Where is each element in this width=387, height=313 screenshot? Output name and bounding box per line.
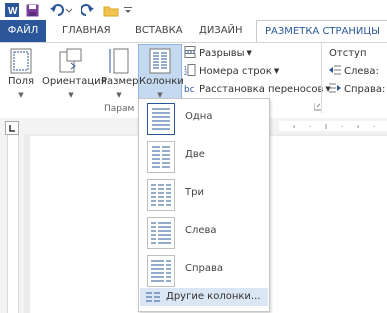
chevron-down-icon: ▼ — [18, 91, 24, 99]
open-folder-icon[interactable] — [102, 2, 120, 18]
qat-customize-icon[interactable] — [122, 2, 134, 18]
columns-button[interactable]: Колонки ▼ — [138, 44, 184, 104]
more-columns-button[interactable]: Другие колонки... — [140, 288, 268, 306]
breaks-icon — [184, 45, 196, 61]
size-icon — [109, 48, 129, 74]
indent-right-label: Справа: — [344, 83, 386, 95]
indent-right-icon — [329, 83, 341, 96]
orientation-icon — [59, 48, 82, 73]
columns-option-label: Справа — [185, 263, 224, 274]
quick-access-toolbar: W — [0, 0, 387, 20]
left-columns-icon — [147, 217, 175, 249]
columns-option-label: Одна — [185, 111, 213, 122]
word-logo-icon: W — [4, 2, 20, 18]
three-columns-icon — [147, 179, 175, 211]
columns-option-label: Три — [185, 187, 204, 198]
tab-home[interactable]: ГЛАВНАЯ — [62, 20, 111, 42]
tab-file[interactable]: ФАЙЛ — [0, 20, 46, 42]
columns-small-icon — [146, 292, 160, 305]
orientation-button[interactable]: Ориентация ▼ — [42, 45, 107, 105]
columns-icon — [149, 48, 171, 74]
indent-left-label: Слева: — [344, 65, 379, 77]
page-setup-group-label: Парам — [104, 104, 135, 114]
chevron-down-icon: ▼ — [246, 49, 252, 57]
size-label: Размер — [101, 76, 139, 87]
columns-option-label: Слева — [185, 225, 217, 236]
vertical-ruler[interactable] — [7, 135, 19, 313]
size-button[interactable]: Размер ▼ — [101, 45, 139, 105]
columns-option-three[interactable]: Три — [139, 175, 269, 213]
columns-option-right[interactable]: Справа — [139, 251, 269, 289]
indent-left: Слева: — [329, 63, 379, 79]
orientation-label: Ориентация — [42, 76, 107, 87]
indent-header: Отступ — [329, 47, 367, 59]
two-columns-icon — [147, 141, 175, 173]
line-numbers-icon: 12 — [184, 63, 196, 79]
more-columns-label: Другие колонки... — [166, 291, 261, 302]
columns-option-two[interactable]: Две — [139, 137, 269, 175]
redo-icon[interactable] — [80, 2, 96, 18]
hyphenation-icon: bc — [184, 82, 196, 97]
columns-option-left[interactable]: Слева — [139, 213, 269, 251]
line-numbers-label: Номера строк — [199, 65, 272, 77]
margins-button[interactable]: Поля ▼ — [6, 45, 36, 105]
chevron-down-icon: ▼ — [68, 91, 74, 99]
one-column-icon — [147, 103, 175, 135]
tab-selector-icon[interactable] — [5, 121, 19, 135]
ribbon-tabs: ФАЙЛ ГЛАВНАЯ ВСТАВКА ДИЗАЙН РАЗМЕТКА СТР… — [0, 20, 387, 43]
columns-option-one[interactable]: Одна — [139, 99, 269, 137]
tab-layout[interactable]: РАЗМЕТКА СТРАНИЦЫ — [256, 20, 387, 43]
columns-label: Колонки — [139, 76, 184, 87]
chevron-down-icon: ▼ — [273, 67, 280, 75]
breaks-button[interactable]: Разрывы ▼ — [184, 45, 252, 61]
tab-design[interactable]: ДИЗАЙН — [199, 20, 243, 42]
margins-icon — [10, 48, 32, 74]
right-columns-icon — [147, 255, 175, 287]
hyphenation-button[interactable]: bc Расстановка переносов ▼ — [184, 81, 331, 97]
hyphenation-label: Расстановка переносов — [199, 83, 324, 95]
line-numbers-button[interactable]: 12 Номера строк ▼ — [184, 63, 279, 79]
group-divider — [321, 43, 322, 113]
breaks-label: Разрывы — [199, 47, 245, 59]
indent-left-icon — [329, 65, 341, 78]
undo-icon[interactable] — [48, 2, 74, 18]
margins-label: Поля — [7, 76, 35, 87]
columns-option-label: Две — [185, 149, 205, 160]
columns-dropdown: Одна Две Три Слева Справа Другие колонки… — [138, 98, 270, 312]
svg-text:2: 2 — [184, 71, 187, 76]
chevron-down-icon: ▼ — [116, 91, 122, 99]
tab-insert[interactable]: ВСТАВКА — [135, 20, 183, 42]
save-icon[interactable] — [24, 2, 40, 18]
svg-text:bc: bc — [184, 85, 195, 94]
indent-right: Справа: — [329, 81, 385, 97]
svg-text:W: W — [8, 6, 18, 17]
